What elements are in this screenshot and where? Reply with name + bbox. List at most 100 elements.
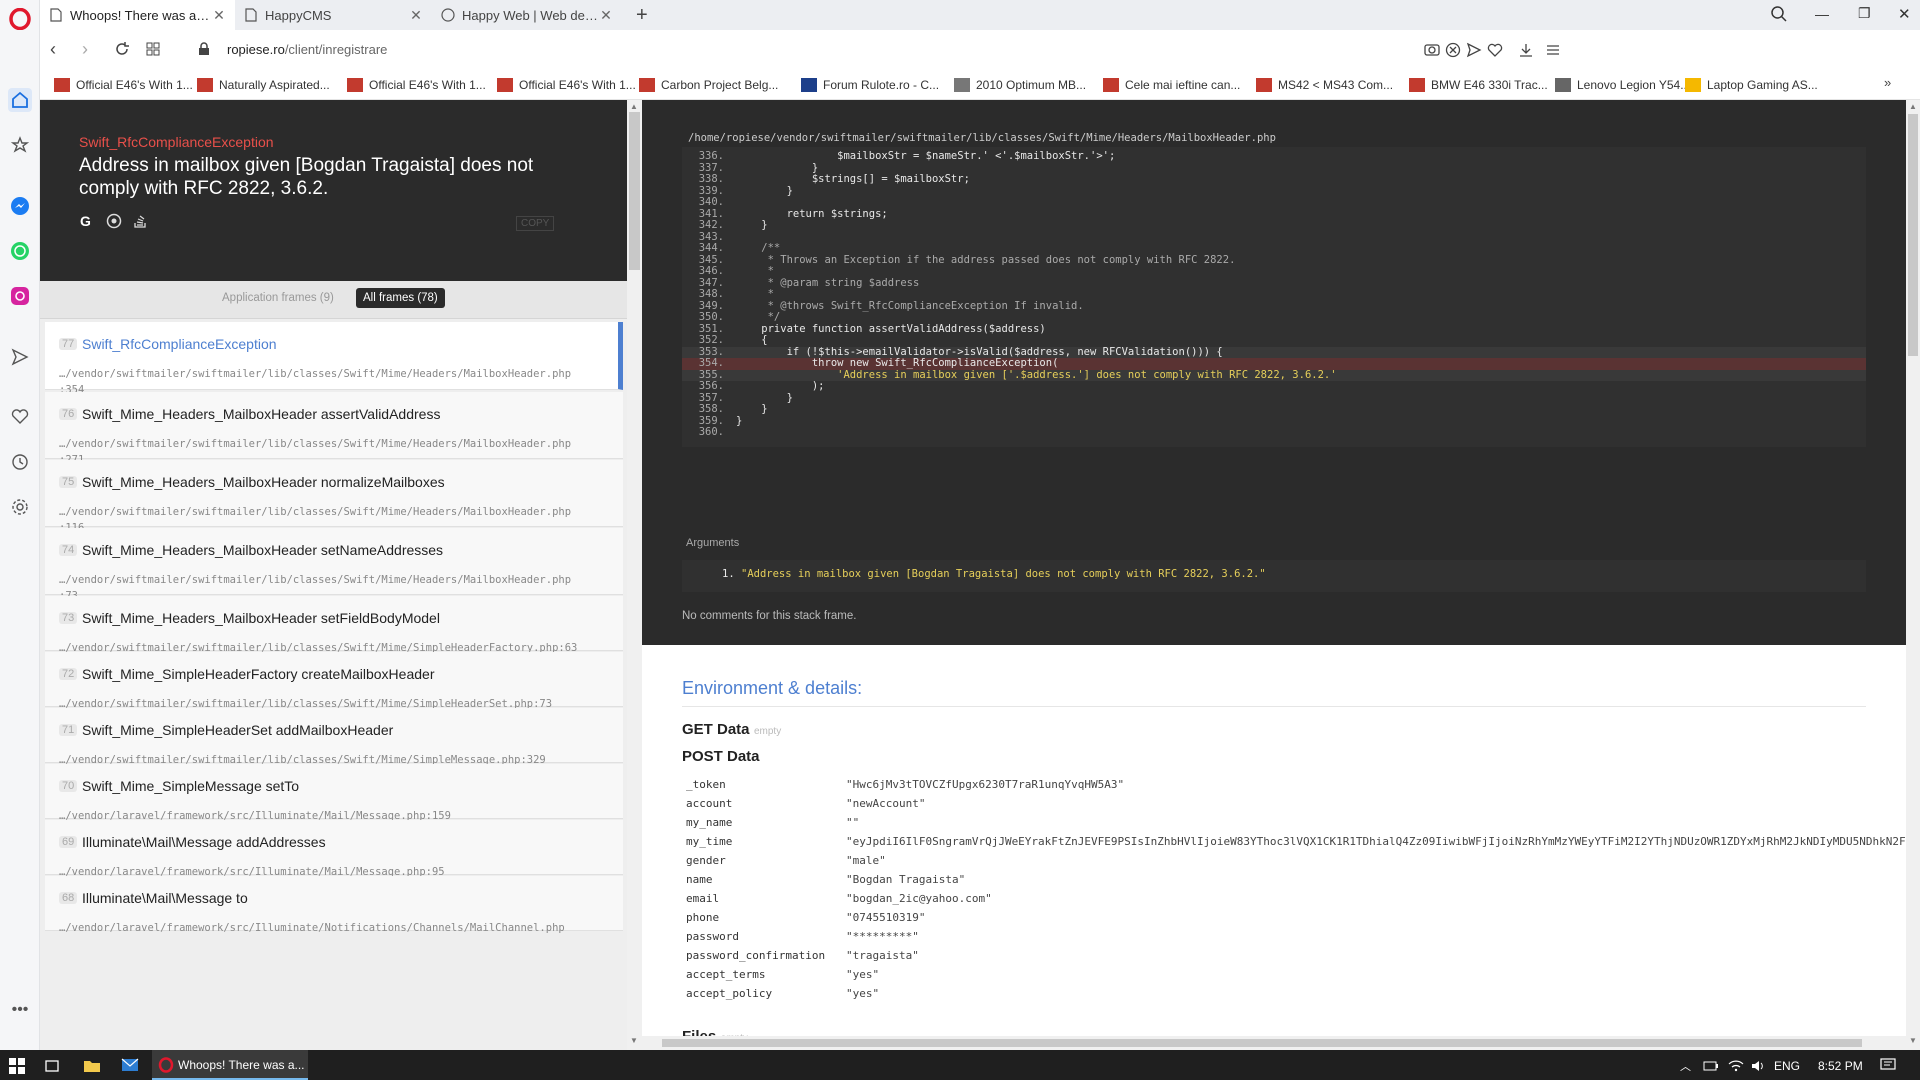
more-bookmarks-icon[interactable]: » (1884, 75, 1891, 90)
bookmark-item[interactable]: Forum Rulote.ro - C... (801, 75, 939, 95)
frame-class: Swift_Mime_Headers_MailboxHeader normali… (82, 474, 445, 490)
taskbar-app-title: Whoops! There was a... (178, 1058, 305, 1072)
taskbar-opera-button[interactable]: Whoops! There was a... (152, 1050, 308, 1080)
easy-setup-icon[interactable] (1545, 42, 1561, 63)
history-icon[interactable] (8, 450, 32, 474)
reload-icon[interactable] (114, 41, 130, 62)
line-number: 348. (698, 288, 724, 300)
left-scrollbar[interactable]: ▲ ▼ (627, 100, 642, 1050)
code-line: 357. } (682, 392, 1866, 405)
settings-gear-icon[interactable] (8, 495, 32, 519)
bookmark-item[interactable]: Official E46's With 1... (497, 75, 636, 95)
download-icon[interactable] (1518, 42, 1534, 63)
volume-icon[interactable] (1751, 1059, 1767, 1077)
stack-frame[interactable]: 69 Illuminate\Mail\Message addAddresses …/… (45, 820, 623, 878)
stack-frame[interactable]: 72 Swift_Mime_SimpleHeaderFactory createM… (45, 652, 623, 710)
stack-frame[interactable]: 71 Swift_Mime_SimpleHeaderSet addMailboxH… (45, 708, 623, 766)
scroll-up-icon[interactable]: ▲ (630, 102, 638, 111)
scroll-down-icon[interactable]: ▼ (630, 1036, 638, 1045)
new-tab-plus-icon[interactable]: + (636, 4, 648, 27)
copy-button[interactable]: COPY (516, 216, 555, 231)
windows-start-icon[interactable] (9, 1058, 25, 1079)
close-icon[interactable]: ✕ (211, 7, 227, 24)
favorite-heart-icon[interactable] (1487, 42, 1503, 63)
stack-frame[interactable]: 75 Swift_Mime_Headers_MailboxHeader norma… (45, 460, 623, 534)
wifi-icon[interactable] (1728, 1059, 1744, 1077)
stack-frame[interactable]: 70 Swift_Mime_SimpleMessage setTo …/vendor… (45, 764, 623, 822)
tab-happycms[interactable]: HappyCMS ✕ (235, 0, 432, 30)
send-icon[interactable] (8, 345, 32, 369)
env-title: Environment & details: (682, 678, 863, 698)
bookmark-item[interactable]: Lenovo Legion Y54... (1555, 75, 1690, 95)
bookmark-item[interactable]: Laptop Gaming AS... (1685, 75, 1818, 95)
more-options-icon[interactable]: ••• (8, 998, 32, 1022)
duckduckgo-icon[interactable] (106, 213, 122, 234)
stackoverflow-icon[interactable] (133, 213, 147, 234)
back-icon[interactable]: ‹ (50, 40, 56, 58)
scroll-up-icon[interactable]: ▲ (1909, 102, 1917, 111)
stack-frame[interactable]: 77 Swift_RfcComplianceException …/vendor/s… (45, 322, 623, 396)
whatsapp-icon[interactable] (8, 239, 32, 263)
minimize-icon[interactable]: — (1815, 6, 1829, 22)
bookmark-item[interactable]: Official E46's With 1... (347, 75, 486, 95)
post-data-value: "yes" (846, 968, 880, 981)
code-text: /** (736, 242, 781, 254)
instagram-icon[interactable] (8, 284, 32, 308)
tab-all-frames[interactable]: All frames (78) (356, 288, 445, 308)
exception-class: Swift_RfcComplianceException (79, 134, 274, 150)
h-scroll-thumb[interactable] (662, 1039, 1862, 1047)
close-icon[interactable]: ✕ (598, 7, 614, 24)
bookmark-item[interactable]: 2010 Optimum MB... (954, 75, 1086, 95)
scroll-thumb[interactable] (629, 112, 640, 270)
mail-icon[interactable] (121, 1058, 139, 1077)
file-explorer-icon[interactable] (83, 1058, 101, 1079)
url-field[interactable]: ropiese.ro/client/inregistrare (227, 42, 387, 57)
speed-dial-icon[interactable] (8, 88, 32, 112)
show-hidden-icons-icon[interactable]: ︿ (1680, 1058, 1691, 1074)
windows-taskbar: Whoops! There was a... ︿ ENG 8:52 PM (0, 1050, 1920, 1080)
bookmark-item[interactable]: Official E46's With 1... (54, 75, 193, 95)
language-indicator[interactable]: ENG (1774, 1059, 1800, 1073)
restore-icon[interactable]: ❐ (1858, 5, 1871, 22)
stack-frame[interactable]: 73 Swift_Mime_Headers_MailboxHeader setFi… (45, 596, 623, 654)
scroll-thumb[interactable] (1908, 114, 1918, 356)
stack-frame[interactable]: 68 Illuminate\Mail\Message to …/vendor/lar… (45, 876, 623, 934)
bookmark-label: Laptop Gaming AS... (1707, 78, 1818, 92)
file-path[interactable]: /home/ropiese/vendor/swiftmailer/swiftma… (688, 132, 1276, 144)
tab-application-frames[interactable]: Application frames (9) (222, 292, 334, 304)
scroll-down-icon[interactable]: ▼ (1909, 1036, 1917, 1045)
code-text: 'Address in mailbox given ['.$address.']… (736, 368, 1337, 381)
frame-number: 71 (59, 724, 78, 736)
close-icon[interactable]: ✕ (408, 7, 424, 24)
clock[interactable]: 8:52 PM (1818, 1059, 1863, 1073)
bookmarks-icon[interactable] (8, 133, 32, 157)
search-tabs-icon[interactable] (1770, 5, 1788, 28)
horizontal-scrollbar[interactable] (642, 1036, 1906, 1050)
lock-icon[interactable] (198, 42, 210, 61)
camera-icon[interactable] (1424, 42, 1440, 61)
stack-frame[interactable]: 76 Swift_Mime_Headers_MailboxHeader asser… (45, 392, 623, 466)
stack-frame[interactable]: 74 Swift_Mime_Headers_MailboxHeader setNa… (45, 528, 623, 602)
opera-logo-icon[interactable] (8, 7, 32, 31)
tiles-icon[interactable] (146, 42, 160, 61)
battery-icon[interactable] (1703, 1059, 1719, 1077)
task-view-icon[interactable] (44, 1058, 60, 1079)
frame-number: 76 (59, 408, 78, 420)
close-window-icon[interactable]: ✕ (1898, 5, 1911, 23)
send-page-icon[interactable] (1466, 42, 1482, 63)
google-search-icon[interactable]: G (80, 213, 91, 229)
notifications-icon[interactable] (1880, 1058, 1896, 1077)
forward-icon[interactable]: › (82, 40, 88, 58)
right-scrollbar[interactable]: ▲ ▼ (1906, 100, 1920, 1050)
bookmark-item[interactable]: Naturally Aspirated... (197, 75, 330, 95)
bookmark-item[interactable]: Cele mai ieftine can... (1103, 75, 1240, 95)
bookmark-favicon-icon (1555, 78, 1571, 92)
bookmark-item[interactable]: Carbon Project Belg... (639, 75, 778, 95)
tab-happyweb[interactable]: Happy Web | Web design & dev ✕ (432, 0, 622, 30)
adblock-icon[interactable] (1445, 42, 1461, 63)
bookmark-item[interactable]: BMW E46 330i Trac... (1409, 75, 1548, 95)
heart-icon[interactable] (8, 405, 32, 429)
bookmark-item[interactable]: MS42 < MS43 Com... (1256, 75, 1393, 95)
tab-whoops[interactable]: Whoops! There was an error. ✕ (40, 0, 235, 30)
messenger-icon[interactable] (8, 194, 32, 218)
